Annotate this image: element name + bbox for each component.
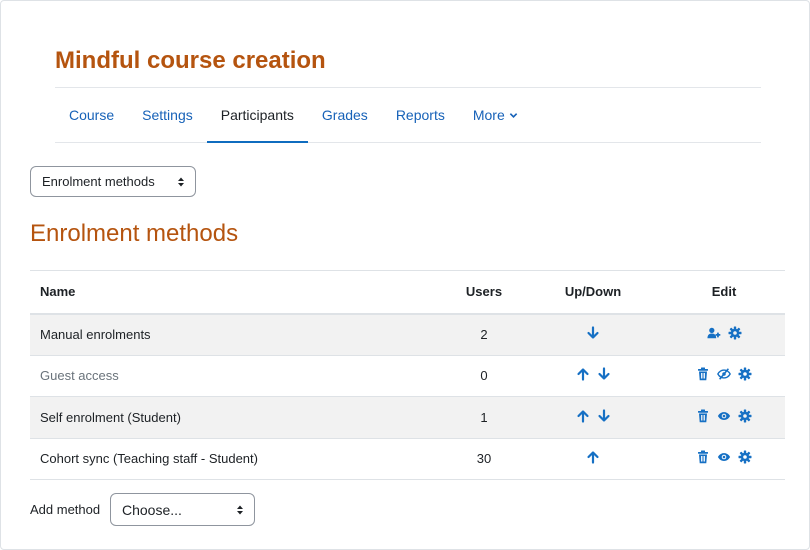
page-frame: Mindful course creation Course Settings … bbox=[0, 0, 810, 550]
trash-icon[interactable] bbox=[696, 409, 710, 423]
updown-cell bbox=[523, 355, 663, 397]
chevron-down-icon bbox=[509, 112, 517, 118]
edit-cell bbox=[663, 396, 785, 439]
tab-course[interactable]: Course bbox=[55, 88, 128, 142]
course-title: Mindful course creation bbox=[55, 47, 326, 74]
method-name: Guest access bbox=[30, 355, 445, 397]
arrow-up-icon[interactable] bbox=[576, 409, 590, 423]
tab-grades[interactable]: Grades bbox=[308, 88, 382, 142]
updown-cell bbox=[523, 396, 663, 439]
edit-cell bbox=[663, 355, 785, 397]
select-arrows-icon bbox=[237, 505, 243, 514]
table-row: Guest access 0 bbox=[30, 355, 785, 397]
page-heading: Enrolment methods bbox=[30, 220, 239, 247]
trash-icon[interactable] bbox=[696, 450, 710, 464]
add-method-label: Add method bbox=[30, 502, 101, 517]
eye-icon[interactable] bbox=[717, 450, 731, 464]
arrow-down-icon[interactable] bbox=[597, 367, 611, 381]
tab-label: Settings bbox=[142, 107, 193, 123]
method-name: Cohort sync (Teaching staff - Student) bbox=[30, 438, 445, 480]
trash-icon[interactable] bbox=[696, 367, 710, 381]
edit-cell bbox=[663, 438, 785, 480]
method-users: 1 bbox=[445, 396, 523, 439]
header-users: Users bbox=[445, 270, 523, 315]
tab-participants[interactable]: Participants bbox=[206, 88, 309, 143]
arrow-up-icon[interactable] bbox=[576, 367, 590, 381]
method-users: 30 bbox=[445, 438, 523, 480]
tab-label: More bbox=[472, 107, 505, 123]
enrol-users-icon[interactable] bbox=[706, 326, 721, 340]
eye-icon[interactable] bbox=[717, 409, 731, 423]
arrow-down-icon[interactable] bbox=[586, 326, 600, 340]
method-name: Manual enrolments bbox=[30, 313, 445, 356]
method-users: 0 bbox=[445, 355, 523, 397]
gear-icon[interactable] bbox=[728, 326, 742, 340]
tab-label: Reports bbox=[395, 107, 445, 123]
method-users: 2 bbox=[445, 313, 523, 356]
tab-reports[interactable]: Reports bbox=[382, 88, 459, 142]
header-name: Name bbox=[30, 270, 445, 315]
course-nav: Course Settings Participants Grades Repo… bbox=[55, 87, 761, 143]
gear-icon[interactable] bbox=[738, 409, 752, 423]
gear-icon[interactable] bbox=[738, 450, 752, 464]
tab-more[interactable]: More bbox=[459, 88, 532, 142]
arrow-down-icon[interactable] bbox=[597, 409, 611, 423]
select-arrows-icon bbox=[178, 177, 184, 186]
arrow-up-icon[interactable] bbox=[586, 450, 600, 464]
updown-cell bbox=[523, 438, 663, 480]
tab-label: Grades bbox=[321, 107, 368, 123]
table-row: Self enrolment (Student) 1 bbox=[30, 396, 785, 439]
select-value: Choose... bbox=[122, 501, 182, 518]
gear-icon[interactable] bbox=[738, 367, 752, 381]
table-header-row: Name Users Up/Down Edit bbox=[30, 270, 785, 315]
updown-cell bbox=[523, 313, 663, 356]
header-updown: Up/Down bbox=[523, 270, 663, 315]
tab-label: Participants bbox=[220, 107, 294, 123]
header-edit: Edit bbox=[663, 270, 785, 315]
method-name: Self enrolment (Student) bbox=[30, 396, 445, 439]
table-row: Cohort sync (Teaching staff - Student) 3… bbox=[30, 438, 785, 480]
eye-slash-icon[interactable] bbox=[717, 367, 731, 381]
enrolment-methods-table: Name Users Up/Down Edit Manual enrolment… bbox=[30, 270, 785, 480]
edit-cell bbox=[663, 313, 785, 356]
tab-settings[interactable]: Settings bbox=[128, 88, 207, 142]
select-value: Enrolment methods bbox=[42, 174, 155, 189]
add-method-select[interactable]: Choose... bbox=[110, 493, 255, 526]
table-row: Manual enrolments 2 bbox=[30, 313, 785, 356]
tab-label: Course bbox=[69, 107, 115, 123]
enrolment-page-select[interactable]: Enrolment methods bbox=[30, 166, 196, 197]
